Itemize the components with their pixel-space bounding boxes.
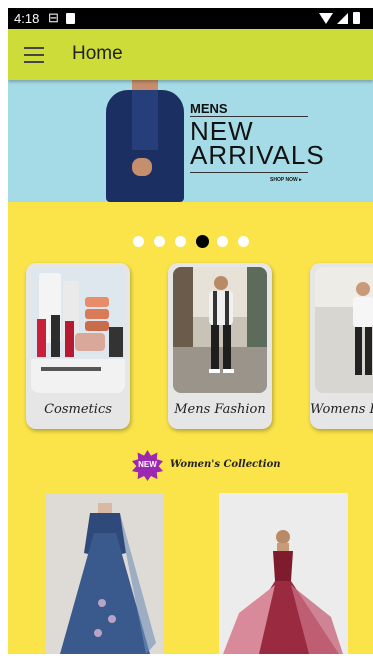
product-card-red-gown[interactable] <box>219 493 348 654</box>
womens-fashion-photo <box>315 267 373 393</box>
cosmetics-photo <box>31 267 125 393</box>
sd-card-icon <box>66 13 75 24</box>
category-card-cosmetics[interactable]: Cosmetics <box>26 263 130 429</box>
shop-now-link[interactable]: SHOP NOW ▸ <box>270 177 302 183</box>
category-card-womens-fashion[interactable]: Womens Fashion <box>310 263 373 429</box>
carousel-dot[interactable] <box>133 236 144 247</box>
model-photo <box>98 80 192 202</box>
cell-signal-icon <box>337 13 348 24</box>
carousel-indicator <box>133 235 263 249</box>
category-label-cosmetics: Cosmetics <box>44 402 112 417</box>
app-bar: Home <box>8 29 373 80</box>
carousel-dot[interactable] <box>217 236 228 247</box>
app-screen: 4:18 ⊟ Home MENS NEW ARRIVALS SHOP NOW ▸ <box>8 8 373 654</box>
carousel-dot[interactable] <box>175 236 186 247</box>
status-time: 4:18 <box>14 11 40 26</box>
hamburger-menu-icon[interactable] <box>24 47 44 63</box>
section-title-womens-collection: Women's Collection <box>170 459 281 470</box>
product-card-blue-gown[interactable] <box>46 493 164 654</box>
category-label-womens-fashion: Womens Fashion <box>310 402 373 417</box>
red-gown-photo <box>219 493 348 654</box>
carousel-dot[interactable] <box>238 236 249 247</box>
carousel-dot-active[interactable] <box>196 235 209 248</box>
carousel-dot[interactable] <box>154 236 165 247</box>
banner-line-arrivals: ARRIVALS <box>190 140 325 170</box>
new-badge: NEW <box>132 450 163 481</box>
banner-divider <box>190 172 308 173</box>
status-bar: 4:18 ⊟ <box>8 8 373 29</box>
promo-banner[interactable]: MENS NEW ARRIVALS SHOP NOW ▸ <box>8 80 373 202</box>
battery-icon <box>353 12 360 24</box>
category-card-mens-fashion[interactable]: Mens Fashion <box>168 263 272 429</box>
status-icons <box>319 12 367 25</box>
sim-icon: ⊟ <box>48 10 59 25</box>
wifi-icon <box>319 13 333 24</box>
banner-line-mens: MENS <box>190 101 228 116</box>
category-label-mens-fashion: Mens Fashion <box>174 402 266 417</box>
new-badge-label: NEW <box>138 460 157 469</box>
blue-gown-photo <box>46 493 164 654</box>
mens-fashion-photo <box>173 267 267 393</box>
page-title: Home <box>72 43 123 64</box>
